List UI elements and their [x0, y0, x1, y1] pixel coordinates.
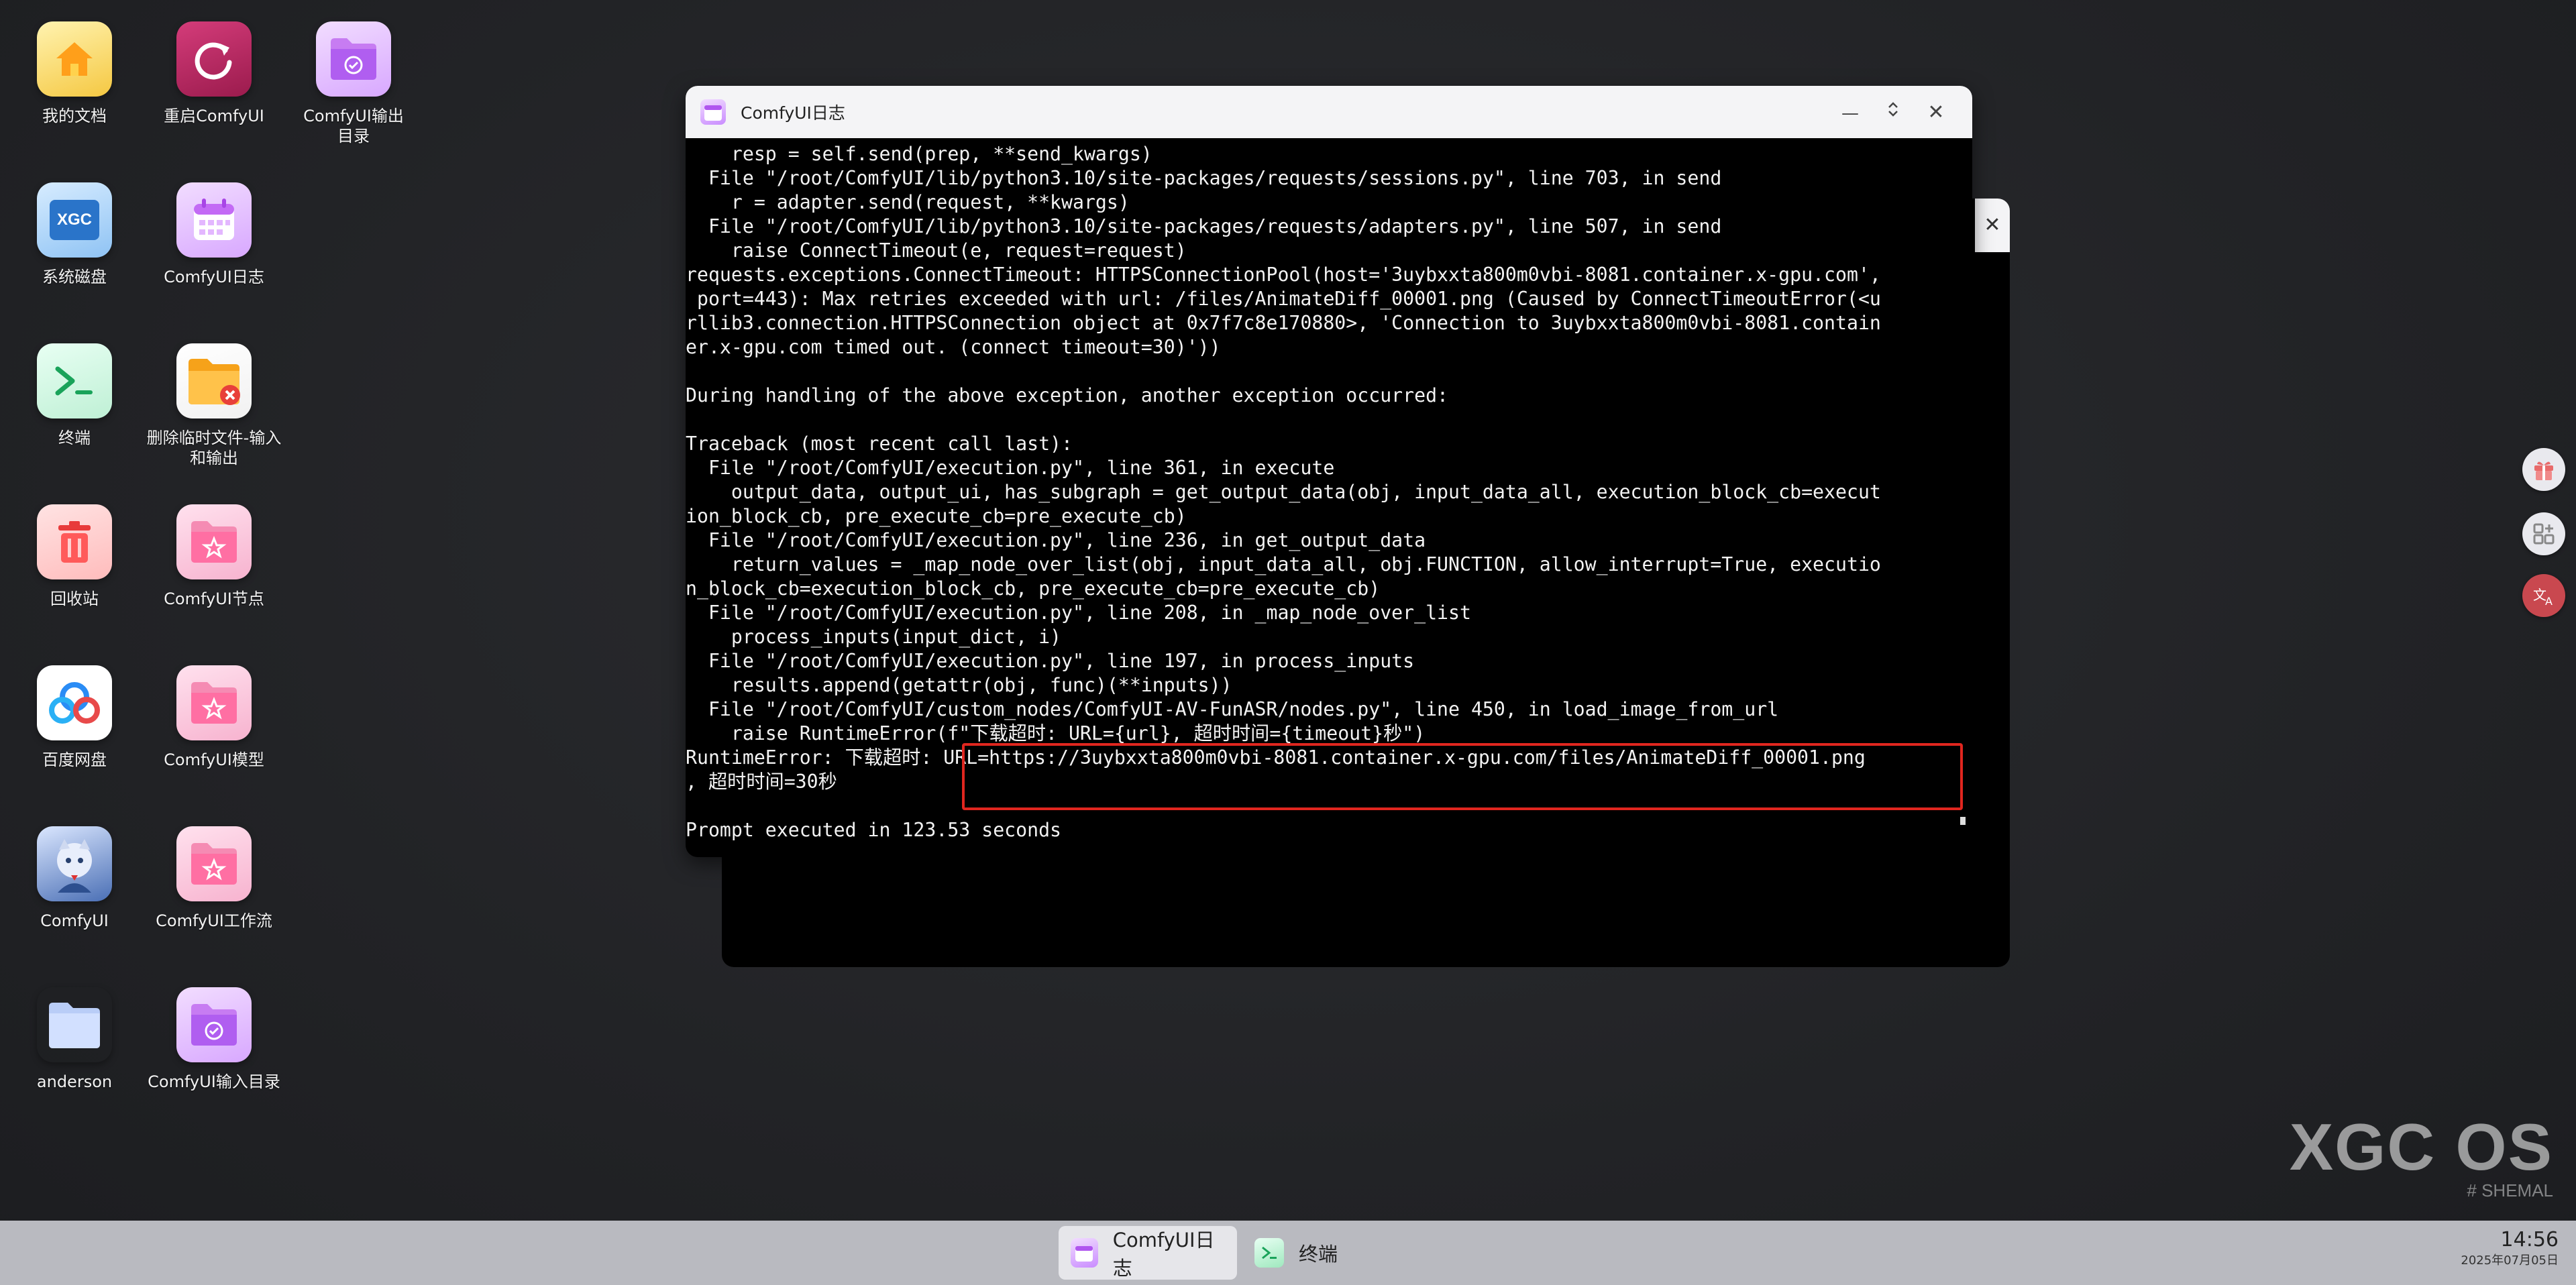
- desktop-icon-label: ComfyUI: [40, 911, 109, 930]
- baidu-cloud-icon: [37, 665, 112, 740]
- delete-folder-icon: [176, 343, 252, 418]
- desktop-icon-anderson[interactable]: anderson: [4, 987, 145, 1092]
- minimize-button[interactable]: —: [1829, 101, 1872, 124]
- desktop-icon-label: 回收站: [50, 590, 99, 608]
- clock-date: 2025年07月05日: [2461, 1253, 2559, 1268]
- desktop-icon-comfyui-workflows[interactable]: ComfyUI工作流: [144, 826, 284, 931]
- desktop-icon-comfyui-models[interactable]: ComfyUI模型: [144, 665, 284, 770]
- pink-folder-icon: [176, 826, 252, 901]
- desktop-icon-terminal[interactable]: 终端: [4, 343, 145, 448]
- desktop-icon-label: 终端: [58, 429, 91, 447]
- terminal-cursor: [1960, 817, 1966, 825]
- trash-icon: [37, 504, 112, 579]
- calendar-log-icon: [176, 182, 252, 258]
- disk-badge: XGC: [50, 200, 99, 240]
- desktop-icon-label: ComfyUI模型: [164, 750, 264, 769]
- desktop-icon-system-disk[interactable]: XGC 系统磁盘: [4, 182, 145, 287]
- maximize-icon: [1888, 102, 1898, 117]
- minimize-icon: —: [1841, 103, 1859, 123]
- apps-button[interactable]: [2522, 512, 2565, 555]
- pink-folder-icon: [176, 504, 252, 579]
- svg-text:A: A: [2545, 595, 2553, 608]
- desktop-icon-comfyui[interactable]: ComfyUI: [4, 826, 145, 931]
- taskbar-item-terminal[interactable]: 终端: [1242, 1226, 1350, 1280]
- desktop-icon-label: 百度网盘: [42, 750, 107, 769]
- close-icon[interactable]: ✕: [1975, 199, 2010, 252]
- desktop-icon-recycle-bin[interactable]: 回收站: [4, 504, 145, 609]
- desktop-icon-label: ComfyUI输入目录: [148, 1072, 280, 1091]
- watermark-title: XGC OS: [2289, 1110, 2553, 1184]
- desktop-icon-comfyui-log[interactable]: ComfyUI日志: [144, 182, 284, 287]
- close-icon: ✕: [1927, 100, 1945, 124]
- window-title: ComfyUI日志: [741, 103, 845, 123]
- purple-folder-icon: [316, 21, 391, 97]
- error-highlight-box: [962, 743, 1963, 810]
- desktop-icon-comfyui-output-dir[interactable]: ComfyUI输出目录: [283, 21, 424, 146]
- pink-folder-icon: [176, 665, 252, 740]
- desktop-icon-label: 系统磁盘: [42, 268, 107, 286]
- close-button[interactable]: ✕: [1915, 101, 1957, 124]
- apps-icon: [2533, 523, 2555, 545]
- desktop-icon-label: ComfyUI日志: [164, 268, 264, 286]
- translate-button[interactable]: 文A: [2522, 574, 2565, 617]
- log-text: resp = self.send(prep, **send_kwargs) Fi…: [686, 143, 1881, 841]
- desktop-icon-label: ComfyUI节点: [164, 590, 264, 608]
- terminal-icon: [37, 343, 112, 418]
- desktop-icon-baidu-netdisk[interactable]: 百度网盘: [4, 665, 145, 770]
- home-icon: [37, 21, 112, 97]
- os-watermark: XGC OS # SHEMAL: [2290, 1113, 2553, 1201]
- desktop-icon-restart-comfyui[interactable]: 重启ComfyUI: [144, 21, 284, 126]
- purple-folder-icon: [176, 987, 252, 1062]
- taskbar-item-comfyui-log[interactable]: ComfyUI日志: [1059, 1226, 1237, 1280]
- comfyui-avatar-icon: [37, 826, 112, 901]
- folder-icon: [37, 987, 112, 1062]
- desktop-icon-label: ComfyUI输出目录: [303, 107, 404, 146]
- taskbar-item-label: 终端: [1299, 1243, 1338, 1266]
- svg-text:文: 文: [2533, 587, 2546, 603]
- terminal-icon: [1254, 1238, 1284, 1268]
- gift-icon: [2534, 461, 2553, 480]
- taskbar: ComfyUI日志 终端 14:56 2025年07月05日: [0, 1221, 2576, 1285]
- restart-icon: [176, 21, 252, 97]
- desktop-icon-label: ComfyUI工作流: [156, 911, 272, 930]
- system-clock[interactable]: 14:56 2025年07月05日: [2461, 1227, 2559, 1269]
- disk-icon: XGC: [37, 182, 112, 258]
- calendar-log-icon: [700, 99, 726, 125]
- translate-icon: 文A: [2533, 587, 2553, 608]
- desktop-icon-my-documents[interactable]: 我的文档: [4, 21, 145, 126]
- taskbar-item-label: ComfyUI日志: [1112, 1229, 1215, 1280]
- desktop-icon-label: 重启ComfyUI: [164, 107, 264, 125]
- comfyui-log-window[interactable]: ComfyUI日志 — ✕ resp = self.send(prep, **s…: [686, 86, 1972, 857]
- gift-button[interactable]: [2522, 448, 2565, 491]
- maximize-button[interactable]: [1872, 99, 1915, 125]
- desktop-icon-label: anderson: [36, 1072, 113, 1091]
- desktop-icon-comfyui-nodes[interactable]: ComfyUI节点: [144, 504, 284, 609]
- desktop-icon-label: 我的文档: [42, 107, 107, 125]
- clock-time: 14:56: [2500, 1228, 2559, 1251]
- window-titlebar[interactable]: ComfyUI日志 — ✕: [686, 86, 1972, 138]
- desktop-icon-label: 删除临时文件-输入和输出: [146, 429, 282, 467]
- desktop-icon-comfyui-input-dir[interactable]: ComfyUI输入目录: [144, 987, 284, 1092]
- desktop-icon-delete-temp-files[interactable]: 删除临时文件-输入和输出: [144, 343, 284, 468]
- calendar-log-icon: [1071, 1238, 1098, 1268]
